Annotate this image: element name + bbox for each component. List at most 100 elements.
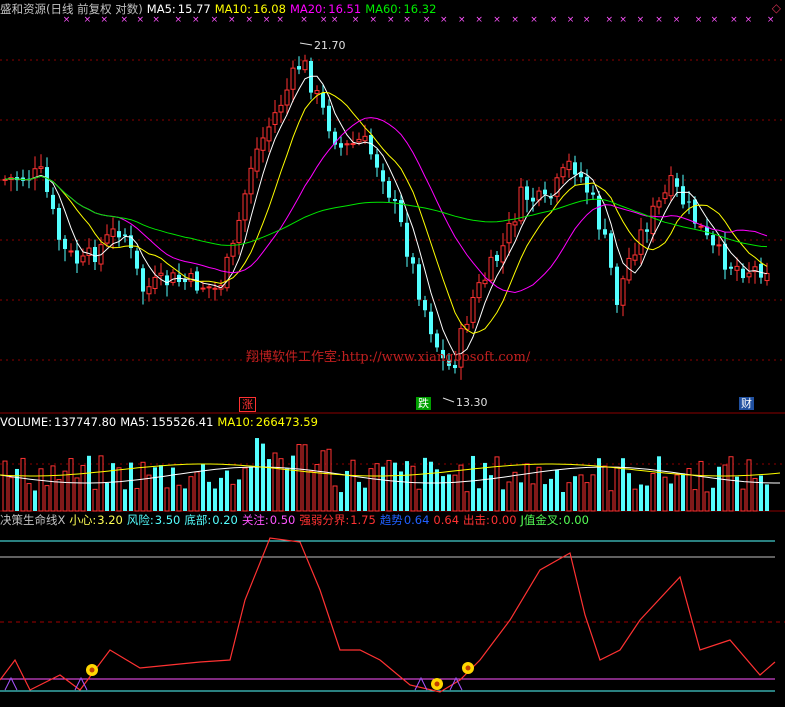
- candle-body: [381, 170, 385, 182]
- volume-bar: [662, 476, 668, 512]
- candle-body: [63, 238, 67, 249]
- candle-body: [152, 276, 158, 289]
- candle-body: [638, 229, 644, 255]
- volume-bar: [272, 452, 278, 512]
- signal-marker: ×: [583, 15, 591, 25]
- volume-bar: [608, 490, 614, 512]
- volume-bar: [584, 482, 590, 512]
- candle-body: [158, 272, 164, 276]
- volume-bar: [681, 473, 685, 511]
- volume-bar: [555, 469, 559, 511]
- volume-bar: [381, 466, 385, 511]
- volume-bar: [249, 466, 253, 511]
- volume-bar: [50, 465, 56, 512]
- volume-bar: [123, 489, 127, 511]
- candle-body: [212, 287, 218, 290]
- volume-bar: [26, 483, 32, 512]
- volume-bar: [92, 488, 98, 512]
- volume-bar: [176, 484, 182, 512]
- volume-bar: [429, 461, 433, 511]
- volume-bar: [171, 467, 175, 511]
- candle-body: [729, 266, 733, 269]
- candle-body: [387, 180, 391, 198]
- volume-bar: [410, 465, 416, 512]
- fengxian-label: 风险:: [126, 513, 154, 527]
- volume-bar: [308, 470, 314, 512]
- candle-body: [362, 135, 368, 142]
- candle-body: [488, 256, 494, 281]
- volume-bar: [159, 465, 163, 511]
- ma10-value: 16.08: [253, 2, 286, 16]
- volume-bar: [530, 483, 536, 512]
- signal-marker: ×: [567, 15, 575, 25]
- candle-body: [482, 279, 488, 285]
- volume-bar: [602, 465, 608, 512]
- volume-bar: [657, 456, 661, 511]
- volume-bar: [183, 488, 187, 511]
- candle-body: [141, 268, 145, 292]
- volume-bar: [140, 461, 146, 512]
- candle-body: [500, 245, 506, 263]
- volume-bar: [230, 483, 236, 512]
- signal-dot-core: [89, 667, 95, 673]
- volume-bar: [320, 450, 326, 512]
- signal-marker: ×: [730, 15, 738, 25]
- volume-bar: [765, 484, 769, 511]
- jinjiaocha-label: J值金叉:: [520, 513, 563, 527]
- volume-bar: [56, 479, 62, 512]
- candle-body: [290, 67, 296, 90]
- volume-bar: [188, 476, 194, 512]
- candle-body: [597, 195, 601, 230]
- candle-body: [495, 254, 499, 261]
- dibu-value: 0.20: [212, 513, 238, 527]
- volume-bar: [477, 488, 481, 511]
- signal-marker: ×: [440, 15, 448, 25]
- candle-body: [579, 173, 583, 178]
- volume-bar: [536, 466, 542, 512]
- volume-bar: [105, 482, 109, 511]
- signal-marker: ×: [673, 15, 681, 25]
- volume-bar: [44, 485, 50, 512]
- volume-bar: [302, 444, 308, 512]
- qushi-value: 0.64: [403, 513, 430, 527]
- volume-bar: [219, 477, 223, 511]
- qushi-label: 趋势: [379, 513, 403, 527]
- signal-dot-core: [434, 681, 440, 687]
- volume-bar: [345, 470, 349, 511]
- signal-marker: ×: [711, 15, 719, 25]
- candle-body: [350, 143, 356, 146]
- candle-body: [314, 90, 320, 95]
- volume-bar: [566, 482, 572, 512]
- volume-bar: [621, 458, 625, 511]
- volume-bar: [393, 462, 397, 511]
- ma60-label: MA60:: [365, 2, 402, 16]
- volume-bar: [717, 466, 721, 511]
- volume-bar: [386, 459, 392, 512]
- candle-body: [662, 192, 668, 200]
- volume-bar: [549, 478, 553, 511]
- volume-bar: [759, 475, 763, 511]
- candle-body: [741, 268, 745, 279]
- volume-bar: [441, 476, 445, 511]
- qiangruo-label: 强弱分界:: [299, 513, 350, 527]
- volume-bar: [669, 483, 673, 511]
- diamond-icon[interactable]: ◇: [772, 1, 781, 15]
- ma60-value: 16.32: [403, 2, 437, 16]
- volume-bar: [573, 476, 577, 511]
- candle-body: [764, 272, 770, 282]
- candle-body: [531, 197, 535, 202]
- candle-body: [525, 186, 529, 200]
- volume-bar: [291, 455, 295, 511]
- candle-body: [429, 311, 433, 335]
- volume-bar: [464, 491, 470, 512]
- volume-bar: [561, 491, 565, 511]
- volume-bar: [399, 471, 403, 511]
- candle-body: [675, 178, 679, 187]
- volume-bar: [627, 473, 631, 511]
- xiaoxin-value: 3.20: [97, 513, 123, 527]
- volume-bar: [68, 458, 74, 512]
- volume-bar: [423, 457, 427, 511]
- ma10-label: MA10:: [214, 2, 252, 16]
- candle-body: [68, 250, 74, 253]
- candle-body: [248, 167, 254, 195]
